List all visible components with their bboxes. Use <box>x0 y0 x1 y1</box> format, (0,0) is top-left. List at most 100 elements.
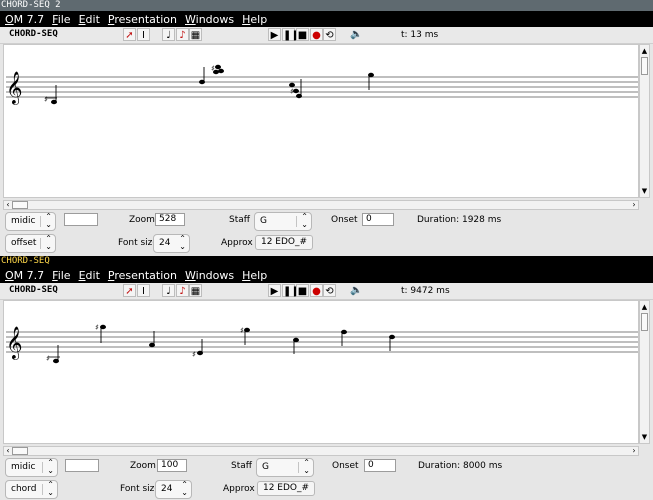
horizontal-scrollbar[interactable]: ‹ › <box>3 446 639 456</box>
chord-seq-window-2: CHORD-SEQ OM 7.7 File Edit Presentation … <box>0 256 653 500</box>
display-mode-value: midic <box>11 462 36 472</box>
chord[interactable] <box>149 331 155 348</box>
fontsize-label: Font size <box>118 238 158 248</box>
scroll-thumb[interactable] <box>641 313 648 331</box>
stop-icon[interactable]: ■ <box>296 28 309 41</box>
editor-toolbar: CHORD-SEQ ➚ I ♩ ♪ ▦ ▶ ❚❚ ■ ● ⟲ 🔈 t: 9472… <box>0 283 653 300</box>
arrow-cursor-icon[interactable]: ➚ <box>123 28 136 41</box>
grid-icon[interactable]: ▦ <box>189 284 202 297</box>
sharp-icon: ♯ <box>46 354 50 363</box>
chevron-updown-icon: ⌃ ⌄ <box>47 458 54 475</box>
text-cursor-icon[interactable]: I <box>137 284 150 297</box>
menu-file[interactable]: File <box>52 13 70 26</box>
chevron-updown-icon: ⌃ ⌄ <box>303 458 310 475</box>
value-field[interactable] <box>64 213 98 226</box>
fontsize-select[interactable]: 24 ⌃ ⌄ <box>155 480 192 499</box>
menu-om[interactable]: OM 7.7 <box>5 269 44 282</box>
menu-file[interactable]: File <box>52 269 70 282</box>
scroll-thumb[interactable] <box>641 57 648 75</box>
score-view[interactable]: 𝄞 ♯ ♯ ♯ ♯ <box>3 300 639 444</box>
treble-clef-icon: 𝄞 <box>6 71 23 105</box>
chord[interactable]: ♯ <box>95 323 106 343</box>
chord-seq-window-1: CHORD-SEQ 2 OM 7.7 File Edit Presentatio… <box>0 0 653 256</box>
approx-label: Approx <box>221 238 253 248</box>
chevron-updown-icon: ⌃ ⌄ <box>47 480 54 497</box>
right-arrow-icon[interactable]: › <box>630 200 638 210</box>
stop-icon[interactable]: ■ <box>296 284 309 297</box>
text-cursor-icon[interactable]: I <box>137 28 150 41</box>
scroll-thumb[interactable] <box>12 447 28 455</box>
zoom-label: Zoom <box>129 215 155 225</box>
menu-presentation[interactable]: Presentation <box>108 13 177 26</box>
up-arrow-icon[interactable]: ▲ <box>640 46 649 56</box>
chevron-updown-icon: ⌃ ⌄ <box>45 234 52 251</box>
approx-button[interactable]: 12 EDO_# <box>255 235 313 250</box>
staff-select[interactable]: G ⌃ ⌄ <box>256 458 314 477</box>
fontsize-select[interactable]: 24 ⌃ ⌄ <box>153 234 190 253</box>
record-icon[interactable]: ● <box>310 284 323 297</box>
zoom-field[interactable]: 528 <box>155 213 185 226</box>
speaker-icon[interactable]: 🔈 <box>350 28 363 41</box>
chord[interactable]: ♯ <box>46 345 60 364</box>
staff-select[interactable]: G ⌃ ⌄ <box>254 212 312 231</box>
menu-edit[interactable]: Edit <box>79 13 100 26</box>
offset-mode-value: offset <box>11 238 37 248</box>
score-view[interactable]: 𝄞 ♯ ♯ ♯ <box>3 44 639 198</box>
vertical-scrollbar[interactable]: ▲ ▼ <box>639 44 650 198</box>
menu-om[interactable]: OM 7.7 <box>5 13 44 26</box>
display-mode-select[interactable]: midic ⌃ ⌄ <box>5 458 58 477</box>
play-icon[interactable]: ▶ <box>268 28 281 41</box>
menu-edit[interactable]: Edit <box>79 269 100 282</box>
approx-button[interactable]: 12 EDO_# <box>257 481 315 496</box>
onset-field[interactable]: 0 <box>362 213 394 226</box>
note-icon[interactable]: ♩ <box>162 284 175 297</box>
menu-help[interactable]: Help <box>242 269 267 282</box>
display-mode-select[interactable]: midic ⌃ ⌄ <box>5 212 56 231</box>
chord[interactable]: ♯ <box>44 85 57 105</box>
note-red-icon[interactable]: ♪ <box>176 28 189 41</box>
menu-windows[interactable]: Windows <box>185 269 234 282</box>
chord-mode-value: chord <box>11 484 37 494</box>
speaker-icon[interactable]: 🔈 <box>350 284 363 297</box>
pause-icon[interactable]: ❚❚ <box>282 28 300 41</box>
down-arrow-icon[interactable]: ▼ <box>640 186 649 196</box>
chord[interactable] <box>368 72 374 90</box>
editor-toolbar: CHORD-SEQ ➚ I ♩ ♪ ▦ ▶ ❚❚ ■ ● ⟲ 🔈 t: 13 m… <box>0 27 653 44</box>
chord[interactable]: ♯ <box>199 64 224 85</box>
record-icon[interactable]: ● <box>310 28 323 41</box>
pause-icon[interactable]: ❚❚ <box>282 284 300 297</box>
zoom-field[interactable]: 100 <box>157 459 187 472</box>
value-field[interactable] <box>65 459 99 472</box>
chord[interactable] <box>389 334 395 351</box>
menu-bar: OM 7.7 File Edit Presentation Windows He… <box>0 11 653 27</box>
menu-help[interactable]: Help <box>242 13 267 26</box>
staff-label: Staff <box>231 461 252 471</box>
play-icon[interactable]: ▶ <box>268 284 281 297</box>
sharp-icon: ♯ <box>192 350 196 359</box>
down-arrow-icon[interactable]: ▼ <box>640 432 649 442</box>
onset-field[interactable]: 0 <box>364 459 396 472</box>
vertical-scrollbar[interactable]: ▲ ▼ <box>639 300 650 444</box>
chord[interactable] <box>293 337 299 354</box>
chord-mode-select[interactable]: chord ⌃ ⌄ <box>5 480 58 499</box>
chord[interactable] <box>341 329 347 346</box>
sharp-icon: ♯ <box>44 95 48 104</box>
approx-label: Approx <box>223 484 255 494</box>
left-arrow-icon[interactable]: ‹ <box>4 446 12 456</box>
offset-mode-select[interactable]: offset ⌃ ⌄ <box>5 234 56 253</box>
loop-icon[interactable]: ⟲ <box>323 28 336 41</box>
menu-presentation[interactable]: Presentation <box>108 269 177 282</box>
note-red-icon[interactable]: ♪ <box>176 284 189 297</box>
arrow-cursor-icon[interactable]: ➚ <box>123 284 136 297</box>
horizontal-scrollbar[interactable]: ‹ › <box>3 200 639 210</box>
right-arrow-icon[interactable]: › <box>630 446 638 456</box>
menu-windows[interactable]: Windows <box>185 13 234 26</box>
grid-icon[interactable]: ▦ <box>189 28 202 41</box>
note-icon[interactable]: ♩ <box>162 28 175 41</box>
up-arrow-icon[interactable]: ▲ <box>640 302 649 312</box>
window-title: CHORD-SEQ <box>0 256 653 267</box>
loop-icon[interactable]: ⟲ <box>323 284 336 297</box>
left-arrow-icon[interactable]: ‹ <box>4 200 12 210</box>
fontsize-label: Font size <box>120 484 160 494</box>
scroll-thumb[interactable] <box>12 201 28 209</box>
